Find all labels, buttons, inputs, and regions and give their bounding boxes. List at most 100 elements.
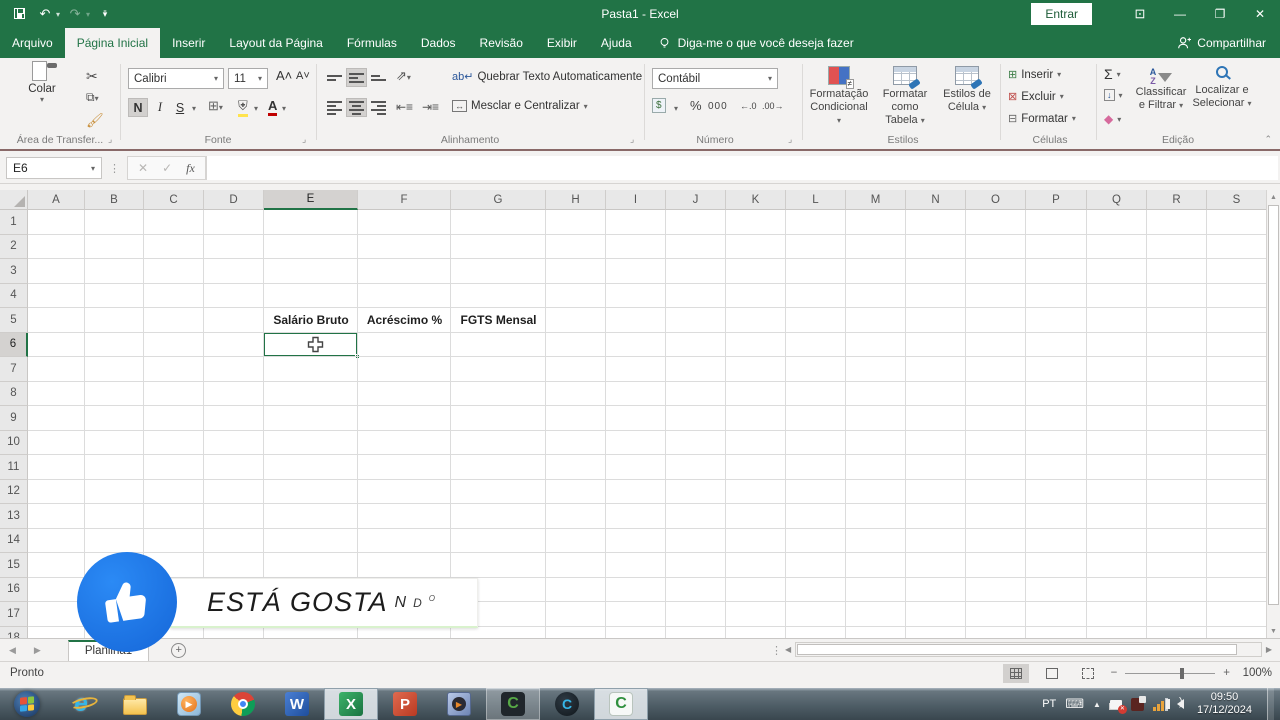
ribbon-display-options-icon[interactable]: ⊡ [1120,0,1160,28]
font-color-icon[interactable]: A [268,98,278,116]
ribbon-tab-dados[interactable]: Dados [409,28,468,58]
shrink-font-icon[interactable]: A˅ [296,70,310,82]
taskbar-item-camtasia-editor[interactable]: C [594,688,648,720]
ribbon-tab-fórmulas[interactable]: Fórmulas [335,28,409,58]
row-header-17[interactable]: 17 [0,602,28,627]
column-header-P[interactable]: P [1026,190,1087,210]
column-header-K[interactable]: K [726,190,786,210]
decrease-decimal-icon[interactable]: .00→ [762,101,784,111]
increase-indent-icon[interactable]: ⇥≡ [422,100,439,114]
align-middle-icon[interactable] [346,68,367,87]
worksheet-grid[interactable]: A B C D E F G H I J K L M N O P Q R S 1 2 3 4 5 6 7 8 9 10 11 12 13 14 15… [0,190,1266,638]
scroll-left-icon[interactable]: ◀ [781,645,795,654]
ribbon-tab-exibir[interactable]: Exibir [535,28,589,58]
row-header-2[interactable]: 2 [0,234,28,259]
select-all-corner[interactable] [0,190,28,210]
column-header-H[interactable]: H [546,190,606,210]
delete-cells-button[interactable]: ⊠ Excluir ▾ [1008,90,1064,104]
fill-color-icon[interactable]: ⛨ [238,98,248,117]
column-header-L[interactable]: L [786,190,846,210]
bold-button[interactable]: N [128,98,148,117]
underline-button[interactable]: S [170,98,190,117]
collapse-ribbon-icon[interactable]: ⌃ [1264,134,1272,145]
decrease-indent-icon[interactable]: ⇤≡ [396,100,413,114]
column-header-S[interactable]: S [1207,190,1266,210]
column-header-R[interactable]: R [1147,190,1207,210]
zoom-slider[interactable] [1125,667,1216,679]
column-header-G[interactable]: G [451,190,546,210]
volume-icon[interactable] [1165,696,1184,709]
accounting-format-icon[interactable]: $ [652,98,666,113]
comma-style-icon[interactable]: 000 [708,101,728,112]
wrap-text-button[interactable]: ab↵ Quebrar Texto Automaticamente [452,70,642,84]
column-header-N[interactable]: N [906,190,966,210]
underline-caret-icon[interactable]: ▾ [192,104,196,113]
column-header-F[interactable]: F [358,190,451,210]
row-header-18[interactable]: 18 [0,626,28,638]
insert-cells-button[interactable]: ⊞ Inserir ▾ [1008,68,1061,82]
share-button[interactable]: Compartilhar [1177,28,1266,58]
row-header-1[interactable]: 1 [0,210,28,235]
ribbon-tab-layout-da-página[interactable]: Layout da Página [217,28,334,58]
align-right-icon[interactable] [368,98,389,117]
row-header-7[interactable]: 7 [0,357,28,382]
italic-button[interactable]: I [150,98,170,117]
row-header-5[interactable]: 5 [0,308,28,333]
normal-view-button[interactable] [1002,663,1029,683]
clear-button[interactable]: ◆ ▾ [1104,112,1121,126]
name-box[interactable]: E6 ▾ [6,157,102,179]
column-header-M[interactable]: M [846,190,906,210]
tell-me-box[interactable]: Diga-me o que você deseja fazer [658,28,854,58]
horizontal-scrollbar[interactable]: ◀ ▶ [781,641,1276,658]
zoom-level[interactable]: 100% [1240,667,1272,679]
sheet-nav-left-icon[interactable]: ◀ [0,645,25,656]
cut-icon[interactable]: ✂ [86,68,98,85]
clock[interactable]: 09:50 17/12/2024 [1197,691,1252,717]
new-sheet-button[interactable]: + [171,642,187,658]
merge-center-button[interactable]: ↔ Mesclar e Centralizar ▾ [452,100,588,112]
font-size-select[interactable]: 11 ▾ [228,68,268,89]
cell-styles-button[interactable]: Estilos de Célula ▾ [938,66,996,114]
grow-font-icon[interactable]: A˄ [276,68,292,83]
increase-decimal-icon[interactable]: ←.0 [740,101,757,111]
percent-style-icon[interactable]: % [690,98,702,113]
taskbar-item-excel[interactable]: X [324,688,378,720]
font-dialog-launcher-icon[interactable]: ⌟ [302,134,306,145]
accounting-caret-icon[interactable]: ▾ [674,104,678,113]
vertical-scroll-thumb[interactable] [1268,205,1279,605]
row-header-8[interactable]: 8 [0,381,28,406]
cell-G5[interactable]: FGTS Mensal [451,308,546,333]
installer-tray-icon[interactable] [1130,695,1146,711]
column-header-A[interactable]: A [28,190,85,210]
fill-button[interactable]: ↓ ▾ [1104,89,1123,101]
column-header-Q[interactable]: Q [1087,190,1147,210]
paste-button[interactable]: Colar ▾ [16,65,68,104]
ribbon-tab-inserir[interactable]: Inserir [160,28,217,58]
taskbar-item-internet-explorer[interactable]: e [54,688,108,720]
keyboard-icon[interactable]: ⌨ [1065,696,1084,712]
column-header-I[interactable]: I [606,190,666,210]
scroll-up-icon[interactable]: ▲ [1267,190,1280,204]
horizontal-scroll-track[interactable] [795,642,1262,657]
autosum-button[interactable]: Σ ▾ [1104,66,1121,82]
taskbar-item-media-player[interactable]: ▶ [162,688,216,720]
conditional-formatting-button[interactable]: Formatação Condicional ▾ [808,66,870,127]
scroll-down-icon[interactable]: ▼ [1267,624,1280,638]
taskbar-item-powerpoint[interactable]: P [378,688,432,720]
scroll-right-icon[interactable]: ▶ [1262,645,1276,654]
column-header-C[interactable]: C [144,190,204,210]
ribbon-tab-ajuda[interactable]: Ajuda [589,28,644,58]
row-header-12[interactable]: 12 [0,479,28,504]
format-painter-icon[interactable]: 🖌︎ [86,112,104,129]
sheet-nav-right-icon[interactable]: ▶ [25,645,50,656]
row-header-6[interactable]: 6 [0,332,28,357]
find-select-button[interactable]: Localizar e Selecionar ▾ [1192,66,1252,110]
restore-button[interactable]: ❐ [1200,0,1240,28]
row-header-13[interactable]: 13 [0,504,28,529]
language-indicator[interactable]: PT [1042,698,1056,710]
start-button[interactable] [0,688,54,720]
zoom-out-icon[interactable]: − [1111,667,1118,679]
show-hidden-icons[interactable]: ▲ [1093,700,1101,709]
alignment-dialog-launcher-icon[interactable]: ⌟ [630,134,634,145]
align-center-icon[interactable] [346,98,367,117]
